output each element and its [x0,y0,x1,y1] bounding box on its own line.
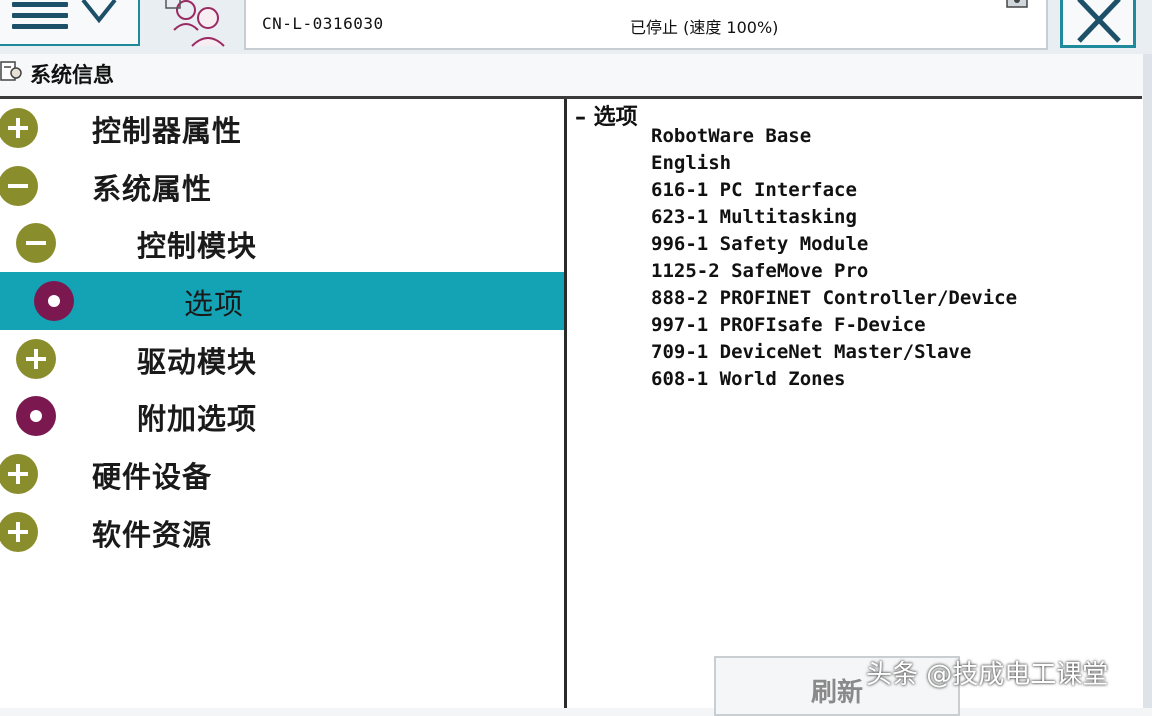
list-item: 888-2 PROFINET Controller/Device [651,287,1018,309]
list-item: 997-1 PROFIsafe F-Device [651,314,926,336]
users-icon[interactable] [164,0,232,50]
list-item: 623-1 Multitasking [651,206,857,228]
tree-item-system-properties[interactable]: 系统属性 [0,157,564,215]
list-item: 709-1 DeviceNet Master/Slave [651,341,972,363]
tree-item-label: 选项 [184,287,245,321]
operator-mode-icon [1006,0,1028,8]
plus-icon[interactable] [0,108,38,148]
tree-item-label: 软件资源 [92,518,213,552]
minus-icon[interactable] [16,223,56,263]
tree-item-label: 系统属性 [92,172,213,206]
tree-item-label: 附加选项 [137,402,258,436]
tree-item-software-resources[interactable]: 软件资源 [0,503,564,561]
dot-icon [16,396,56,436]
list-item: 616-1 PC Interface [651,179,857,201]
plus-icon[interactable] [16,339,56,379]
tree-item-control-module[interactable]: 控制模块 [0,214,564,272]
list-item: 1125-2 SafeMove Pro [651,260,869,282]
top-bar: CN-L-0316030 已停止 (速度 100%) [0,0,1152,54]
tree-item-hardware-devices[interactable]: 硬件设备 [0,445,564,503]
page-title: 系统信息 [30,63,114,87]
close-icon [1077,0,1121,43]
tree-item-controller-properties[interactable]: 控制器属性 [0,99,564,157]
chevron-down-icon [81,0,117,24]
options-detail-pane: – 选项 RobotWare Base English 616-1 PC Int… [567,99,1143,708]
page-title-strip: 系统信息 [0,54,1152,96]
plus-icon[interactable] [0,454,38,494]
status-panel[interactable]: CN-L-0316030 已停止 (速度 100%) [244,0,1048,50]
plus-icon[interactable] [0,512,38,552]
tree-item-label: 控制模块 [137,229,258,263]
minus-icon[interactable] [0,166,38,206]
right-edge [1143,54,1152,708]
tree-item-options[interactable]: 选项 [0,272,564,330]
main-menu-button[interactable] [0,0,140,46]
system-info-icon [0,61,22,81]
list-item: RobotWare Base [651,125,812,147]
tree-item-label: 控制器属性 [92,114,243,148]
dot-icon [34,281,74,321]
close-button[interactable] [1060,0,1136,48]
watermark: 头条 @技成电工课堂 [866,660,1109,690]
section-heading: – 选项 [575,105,638,130]
hamburger-icon [12,2,68,30]
controller-status: 已停止 (速度 100%) [630,18,779,37]
options-list: RobotWare Base English 616-1 PC Interfac… [651,125,1017,395]
controller-name: CN-L-0316030 [262,14,384,33]
tree-navigation: 控制器属性 系统属性 控制模块 选项 驱动模块 附加选项 硬件设备 软件资源 [0,99,564,708]
tree-item-label: 驱动模块 [137,345,258,379]
tree-item-label: 硬件设备 [92,460,213,494]
list-item: 996-1 Safety Module [651,233,869,255]
tree-item-drive-module[interactable]: 驱动模块 [0,330,564,388]
list-item: 608-1 World Zones [651,368,846,390]
list-item: English [651,152,732,174]
tree-item-additional-options[interactable]: 附加选项 [0,387,564,445]
